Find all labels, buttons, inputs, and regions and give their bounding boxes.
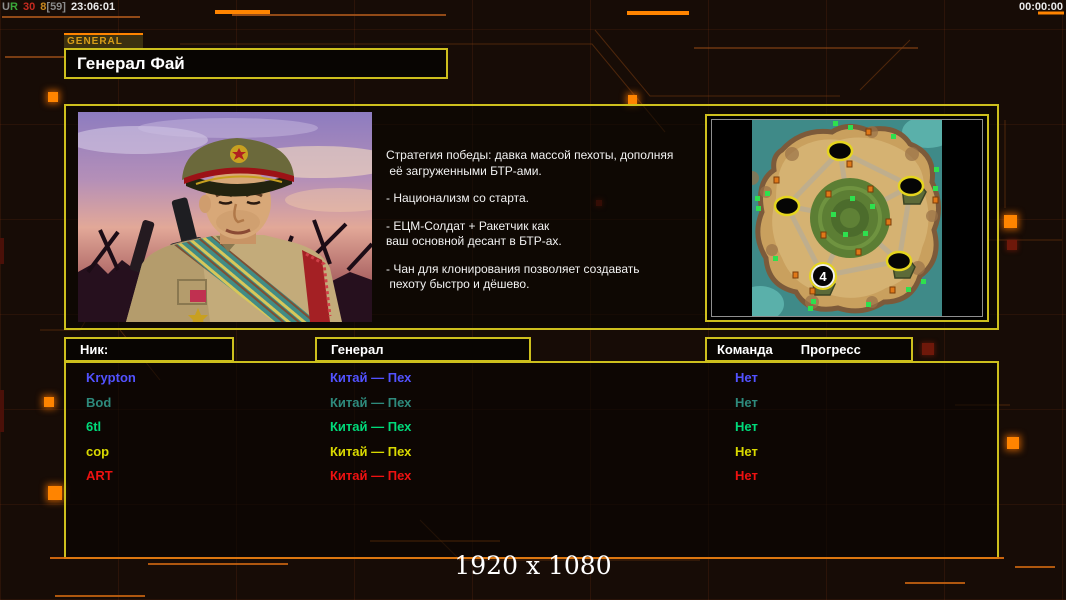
decor-square-dim bbox=[1007, 240, 1017, 250]
column-header-nick-label: Ник: bbox=[80, 342, 109, 357]
column-header-team-progress: Команда Прогресс bbox=[705, 337, 913, 362]
map-preview-inner: 4 bbox=[711, 119, 983, 317]
strategy-line bbox=[386, 207, 698, 219]
player-team: Нет bbox=[735, 370, 758, 385]
decor-square-dim bbox=[922, 343, 934, 355]
strategy-text: Стратегия победы: давка массой пехоты, д… bbox=[386, 148, 698, 293]
debug-part: 30 bbox=[22, 1, 36, 13]
debug-time: 23:06:01 bbox=[71, 1, 116, 13]
column-header-progress-label: Прогресс bbox=[800, 342, 861, 357]
map-preview-panel: 4 bbox=[705, 114, 989, 322]
lobby-screen: UR 30 8[59] 23:06:01 00:00:00 GENERAL Ге… bbox=[0, 0, 1066, 600]
decor-square bbox=[628, 95, 637, 104]
decor-square bbox=[44, 397, 54, 407]
player-team: Нет bbox=[735, 419, 758, 434]
player-progress-track bbox=[800, 397, 987, 410]
debug-part: R bbox=[9, 1, 18, 13]
player-progress-track bbox=[800, 446, 987, 459]
player-general: Китай — Пех bbox=[330, 419, 412, 434]
game-timer: 00:00:00 bbox=[1018, 1, 1063, 13]
player-progress-track bbox=[800, 421, 987, 434]
player-nick: cop bbox=[86, 443, 110, 459]
player-general: Китай — Пех bbox=[330, 468, 412, 483]
player-row: 6tl Китай — Пех Нет bbox=[66, 416, 997, 441]
player-nick: Bod bbox=[86, 394, 112, 410]
column-header-general: Генерал bbox=[315, 337, 531, 362]
player-row: Bod Китай — Пех Нет bbox=[66, 392, 997, 417]
player-nick: ART bbox=[86, 468, 113, 483]
strategy-line: - Чан для клонирования позволяет создава… bbox=[386, 261, 640, 276]
strategy-line: - Национализм со старта. bbox=[386, 191, 529, 205]
general-portrait-art bbox=[78, 112, 372, 322]
debug-part: U bbox=[2, 1, 10, 13]
player-nick: Krypton bbox=[86, 370, 136, 385]
column-header-nick: Ник: bbox=[64, 337, 234, 362]
player-row: cop Китай — Пех Нет bbox=[66, 441, 997, 466]
decor-square bbox=[48, 486, 62, 500]
strategy-line bbox=[386, 179, 698, 191]
player-general: Китай — Пех bbox=[330, 394, 412, 410]
player-nick: 6tl bbox=[86, 419, 102, 434]
decor-streak bbox=[0, 238, 4, 264]
column-header-team-label: Команда bbox=[717, 342, 773, 357]
decor-streak bbox=[0, 390, 4, 432]
strategy-line: её загруженными БТР-ами. bbox=[386, 163, 542, 178]
player-general: Китай — Пех bbox=[330, 370, 412, 385]
general-tab-label: GENERAL bbox=[64, 33, 143, 48]
column-header-general-label: Генерал bbox=[331, 342, 384, 357]
debug-part: [59] bbox=[46, 1, 66, 13]
player-team: Нет bbox=[735, 394, 758, 410]
map-start-badge: 4 bbox=[819, 269, 827, 284]
general-portrait bbox=[78, 112, 372, 322]
player-progress-track bbox=[800, 470, 987, 483]
player-general: Китай — Пех bbox=[330, 443, 412, 459]
decor-square bbox=[48, 92, 58, 102]
player-team: Нет bbox=[735, 468, 758, 483]
strategy-line bbox=[386, 250, 698, 262]
general-name-title: Генерал Фай bbox=[64, 48, 448, 79]
player-row: ART Китай — Пех Нет bbox=[66, 465, 997, 490]
player-progress-track bbox=[800, 372, 987, 385]
general-info-panel: Стратегия победы: давка массой пехоты, д… bbox=[64, 104, 999, 330]
strategy-line: ваш основной десант в БТР-ах. bbox=[386, 234, 562, 248]
strategy-line: - ЕЦМ-Солдат + Ракетчик как bbox=[386, 218, 550, 233]
player-row: Krypton Китай — Пех Нет bbox=[66, 367, 997, 392]
strategy-line: Стратегия победы: давка массой пехоты, д… bbox=[386, 148, 674, 162]
resolution-label: 1920 x 1080 bbox=[454, 551, 612, 580]
map-preview: 4 bbox=[752, 120, 942, 316]
players-table: Krypton Китай — Пех Нет Bod Китай — Пех … bbox=[64, 361, 999, 559]
strategy-line: пехоту быстро и дёшево. bbox=[386, 277, 530, 291]
decor-square bbox=[1007, 437, 1019, 449]
player-team: Нет bbox=[735, 443, 758, 459]
decor-square bbox=[1004, 215, 1017, 228]
debug-overlay-text: UR 30 8[59] 23:06:01 bbox=[2, 1, 117, 13]
